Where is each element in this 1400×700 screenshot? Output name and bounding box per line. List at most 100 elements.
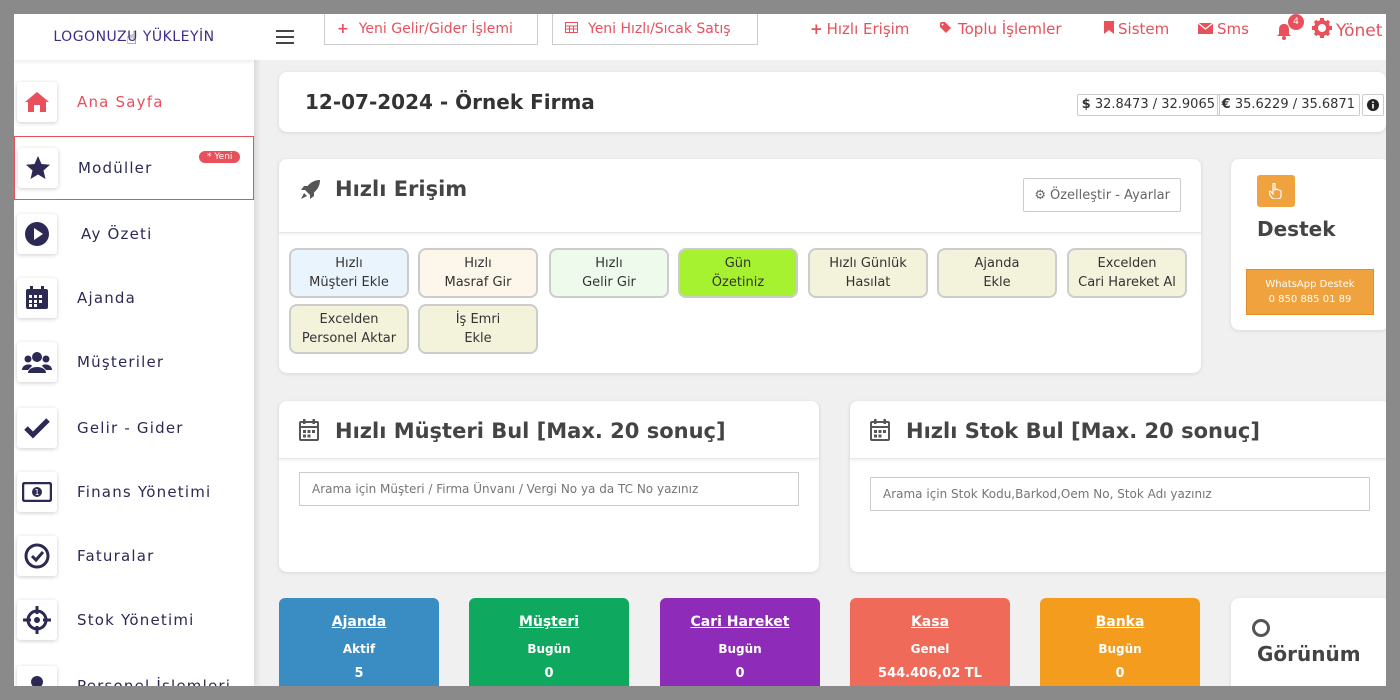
quick-access-button-label: İş Emri Ekle: [456, 310, 501, 348]
sidebar-item-label: Gelir - Gider: [77, 419, 184, 437]
link-label: Yönet: [1336, 20, 1383, 41]
quick-access-button-label: Hızlı Müşteri Ekle: [309, 254, 389, 292]
sidebar-item-customers[interactable]: Müşteriler: [14, 330, 254, 394]
check-icon: [17, 408, 57, 448]
quick-access-button[interactable]: Excelden Personel Aktar: [289, 304, 409, 354]
sidebar-item-label: Ana Sayfa: [77, 93, 164, 111]
sidebar-item-invoices[interactable]: Faturalar: [14, 524, 254, 588]
quick-access-button-label: Hızlı Günlük Hasılat: [829, 254, 907, 292]
sidebar-item-home[interactable]: Ana Sayfa: [14, 70, 254, 134]
bookmark-icon: [1104, 20, 1114, 38]
button-line-2: Gelir Gir: [582, 275, 636, 290]
sidebar-item-personnel[interactable]: Personel İşlemleri: [14, 654, 254, 686]
quick-access-button[interactable]: Gün Özetiniz: [678, 248, 798, 298]
admin-link[interactable]: Yönet: [1312, 18, 1382, 43]
system-link[interactable]: Sistem: [1104, 20, 1169, 38]
quick-access-button-label: Ajanda Ekle: [975, 254, 1020, 292]
new-badge: * Yeni: [199, 151, 241, 163]
button-line-1: Hızlı: [464, 256, 492, 271]
link-label: Sms: [1217, 20, 1249, 38]
play-circle-icon: [17, 214, 57, 254]
quick-access-button[interactable]: Excelden Cari Hareket Al: [1067, 248, 1187, 298]
sidebar-item-finance[interactable]: 1 Finans Yönetimi: [14, 460, 254, 524]
panel-title: Hızlı Erişim: [335, 177, 468, 201]
new-quick-sale-button[interactable]: Yeni Hızlı/Sıcak Satış: [552, 14, 758, 45]
info-icon[interactable]: [1362, 94, 1384, 116]
user-icon: [17, 666, 57, 686]
stat-subtitle: Aktif: [342, 642, 376, 656]
stat-tile[interactable]: Kasa Genel 544.406,02 TL: [850, 598, 1010, 686]
sidebar-item-agenda[interactable]: Ajanda: [14, 266, 254, 330]
whatsapp-support-button[interactable]: WhatsApp Destek 0 850 885 01 89: [1246, 269, 1374, 315]
new-income-expense-button[interactable]: + Yeni Gelir/Gider İşlemi: [324, 14, 538, 45]
button-line-1: İş Emri: [455, 312, 501, 327]
quick-access-button-label: Hızlı Masraf Gir: [444, 254, 511, 292]
panel-title: Hızlı Stok Bul [Max. 20 sonuç]: [906, 419, 1260, 443]
sidebar-item-month-summary[interactable]: Ay Özeti: [14, 202, 254, 266]
customer-search-panel: Hızlı Müşteri Bul [Max. 20 sonuç]: [279, 401, 819, 572]
customize-settings-button[interactable]: ⚙ Özelleştir - Ayarlar: [1023, 178, 1181, 212]
quick-access-button-label: Excelden Cari Hareket Al: [1078, 254, 1176, 292]
svg-text:1: 1: [34, 488, 39, 497]
home-icon: [17, 82, 57, 122]
sidebar-item-label: Modüller: [78, 159, 153, 177]
sidebar-item-stock[interactable]: Stok Yönetimi: [14, 588, 254, 652]
panel-title: Hızlı Müşteri Bul [Max. 20 sonuç]: [335, 419, 726, 443]
button-line-2: Cari Hareket Al: [1078, 275, 1176, 290]
stock-search-input[interactable]: [870, 477, 1370, 511]
quick-access-button[interactable]: Hızlı Günlük Hasılat: [808, 248, 928, 298]
view-panel: Görünüm: [1231, 598, 1386, 686]
logo[interactable]: LOGONUZU YÜKLEYİN ☝: [14, 14, 254, 60]
button-line-2: Özetiniz: [711, 275, 765, 290]
stat-tile[interactable]: Banka Bugün 0: [1040, 598, 1200, 686]
link-label: Hızlı Erişim: [826, 20, 910, 38]
button-line-2: Ekle: [464, 331, 492, 346]
button-line-2: Personel Aktar: [301, 331, 397, 346]
bulk-actions-link[interactable]: Toplu İşlemler: [940, 20, 1062, 38]
button-line-1: Excelden: [1097, 256, 1157, 271]
button-line-1: Excelden: [319, 312, 379, 327]
stat-tile[interactable]: Ajanda Aktif 5: [279, 598, 439, 686]
circle-icon[interactable]: [1252, 619, 1270, 637]
usd-symbol: $: [1081, 97, 1091, 112]
stat-title[interactable]: Cari Hareket: [660, 614, 820, 630]
stat-title[interactable]: Banka: [1040, 614, 1200, 630]
usd-rate: $ 32.8473 / 32.9065: [1076, 94, 1220, 116]
stat-tile[interactable]: Cari Hareket Bugün 0: [660, 598, 820, 686]
customer-search-input[interactable]: [299, 472, 799, 506]
quick-access-button[interactable]: Hızlı Masraf Gir: [418, 248, 538, 298]
stat-value: 0: [735, 666, 745, 681]
sidebar-item-label: Müşteriler: [77, 353, 165, 371]
hamburger-menu-icon[interactable]: [276, 30, 294, 44]
calendar-icon: [299, 419, 319, 445]
quick-access-link[interactable]: + Hızlı Erişim: [810, 20, 909, 38]
topbar: + Yeni Gelir/Gider İşlemi Yeni Hızlı/Sıc…: [254, 14, 1386, 60]
quick-access-button[interactable]: Hızlı Gelir Gir: [549, 248, 669, 298]
button-line-1: Hızlı Günlük: [829, 256, 907, 271]
envelope-icon: [1197, 20, 1214, 38]
stock-search-panel: Hızlı Stok Bul [Max. 20 sonuç]: [850, 401, 1386, 572]
stat-subtitle: Genel: [910, 642, 950, 656]
sidebar-item-label: Stok Yönetimi: [77, 611, 195, 629]
quick-access-button[interactable]: Ajanda Ekle: [937, 248, 1057, 298]
sidebar-item-income-expense[interactable]: Gelir - Gider: [14, 396, 254, 460]
pointer-hand-icon: ☝: [126, 28, 138, 49]
plus-icon: +: [810, 20, 823, 38]
sms-link[interactable]: Sms: [1197, 20, 1249, 38]
stat-subtitle: Bugün: [1098, 642, 1142, 656]
users-icon: [17, 342, 57, 382]
stat-subtitle: Bugün: [718, 642, 762, 656]
stat-value: 0: [1115, 666, 1125, 681]
button-label: Özelleştir - Ayarlar: [1050, 187, 1170, 203]
panel-header: Hızlı Müşteri Bul [Max. 20 sonuç]: [279, 401, 819, 459]
stat-title[interactable]: Müşteri: [469, 614, 629, 630]
quick-access-button[interactable]: Hızlı Müşteri Ekle: [289, 248, 409, 298]
stat-title[interactable]: Ajanda: [279, 614, 439, 630]
quick-access-button[interactable]: İş Emri Ekle: [418, 304, 538, 354]
stat-tile[interactable]: Müşteri Bugün 0: [469, 598, 629, 686]
sidebar-item-modules[interactable]: Modüller * Yeni: [14, 136, 254, 200]
sidebar-item-label: Personel İşlemleri: [77, 677, 232, 686]
stat-title[interactable]: Kasa: [850, 614, 1010, 630]
hand-pointer-icon[interactable]: [1257, 175, 1295, 207]
support-panel: Destek WhatsApp Destek 0 850 885 01 89: [1231, 159, 1386, 330]
